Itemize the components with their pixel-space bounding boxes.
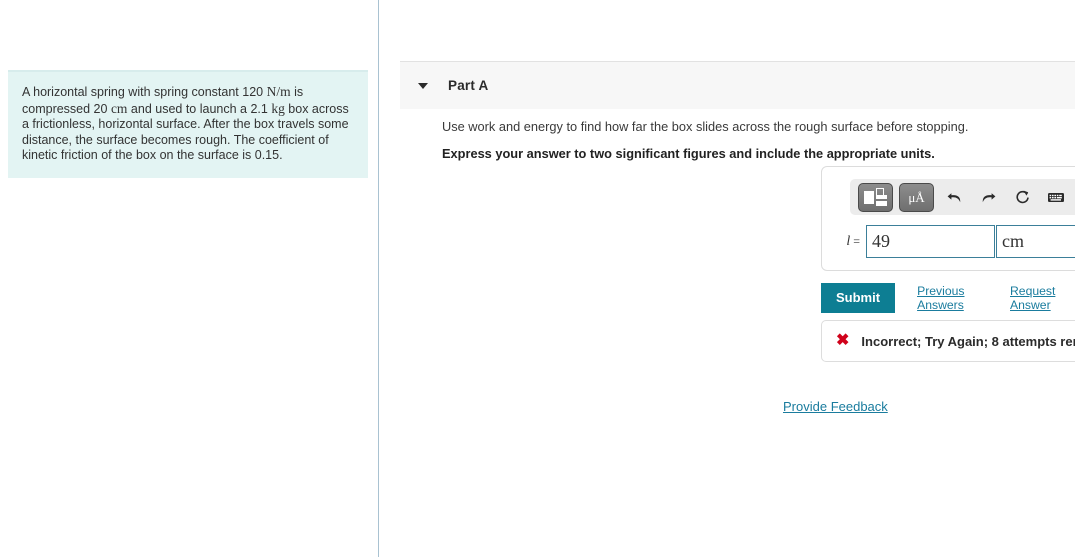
part-a-header[interactable]: Part A — [400, 61, 1075, 109]
answer-pane: Part A Use work and energy to find how f… — [380, 0, 1075, 557]
reset-button[interactable] — [1008, 183, 1036, 211]
submit-button[interactable]: Submit — [821, 283, 896, 313]
incorrect-feedback-text: Incorrect; Try Again; 8 attempts remaini… — [861, 333, 1075, 349]
redo-icon — [982, 192, 995, 202]
answer-entry-widget: μÅ l = 49 cm — [821, 166, 1075, 271]
part-title: Part A — [448, 78, 489, 93]
undo-button[interactable] — [940, 183, 968, 211]
request-answer-link[interactable]: Request Answer — [1010, 284, 1075, 312]
question-text-segment: A horizontal spring with spring constant… — [22, 85, 267, 99]
answer-units-input[interactable] — [996, 225, 1075, 258]
answer-input-row: l = — [832, 225, 1075, 258]
fraction-numerator-icon — [876, 194, 887, 199]
question-text-segment: and used to launch a 2.1 — [127, 101, 272, 116]
keyboard-icon — [1048, 193, 1064, 202]
question-prompt: Use work and energy to find how far the … — [442, 119, 969, 134]
x-mark-icon: ✖ — [836, 332, 850, 349]
fraction-denominator-icon — [876, 200, 887, 206]
question-unit: cm — [110, 100, 128, 116]
reset-circular-arrow-icon — [1015, 190, 1029, 203]
question-unit: N/m — [266, 84, 291, 99]
answer-value-input[interactable] — [866, 225, 995, 258]
submit-row: Submit Previous Answers Request Answer — [821, 283, 1075, 313]
equals-sign: = — [850, 233, 860, 248]
math-template-button[interactable] — [858, 182, 893, 212]
incorrect-feedback-box: ✖ Incorrect; Try Again; 8 attempts remai… — [821, 320, 1075, 362]
question-text: A horizontal spring with spring constant… — [22, 84, 354, 164]
chevron-down-icon[interactable] — [418, 82, 428, 89]
keyboard-button[interactable] — [1042, 183, 1070, 211]
math-template-icon — [864, 190, 874, 204]
undo-icon — [947, 192, 960, 202]
previous-answers-link[interactable]: Previous Answers — [917, 284, 988, 312]
answer-instruction: Express your answer to two significant f… — [442, 146, 935, 161]
question-statement-box: A horizontal spring with spring constant… — [8, 70, 368, 178]
math-toolbar: μÅ — [850, 179, 1075, 215]
variable-label: l = — [832, 234, 860, 250]
redo-button[interactable] — [974, 183, 1002, 211]
provide-feedback-link[interactable]: Provide Feedback — [783, 399, 888, 414]
micro-angstrom-icon: μÅ — [908, 189, 925, 205]
question-pane: A horizontal spring with spring constant… — [0, 0, 379, 557]
question-unit: kg — [271, 100, 285, 116]
part-body: Use work and energy to find how far the … — [442, 118, 1062, 162]
units-symbols-button[interactable]: μÅ — [899, 182, 934, 212]
